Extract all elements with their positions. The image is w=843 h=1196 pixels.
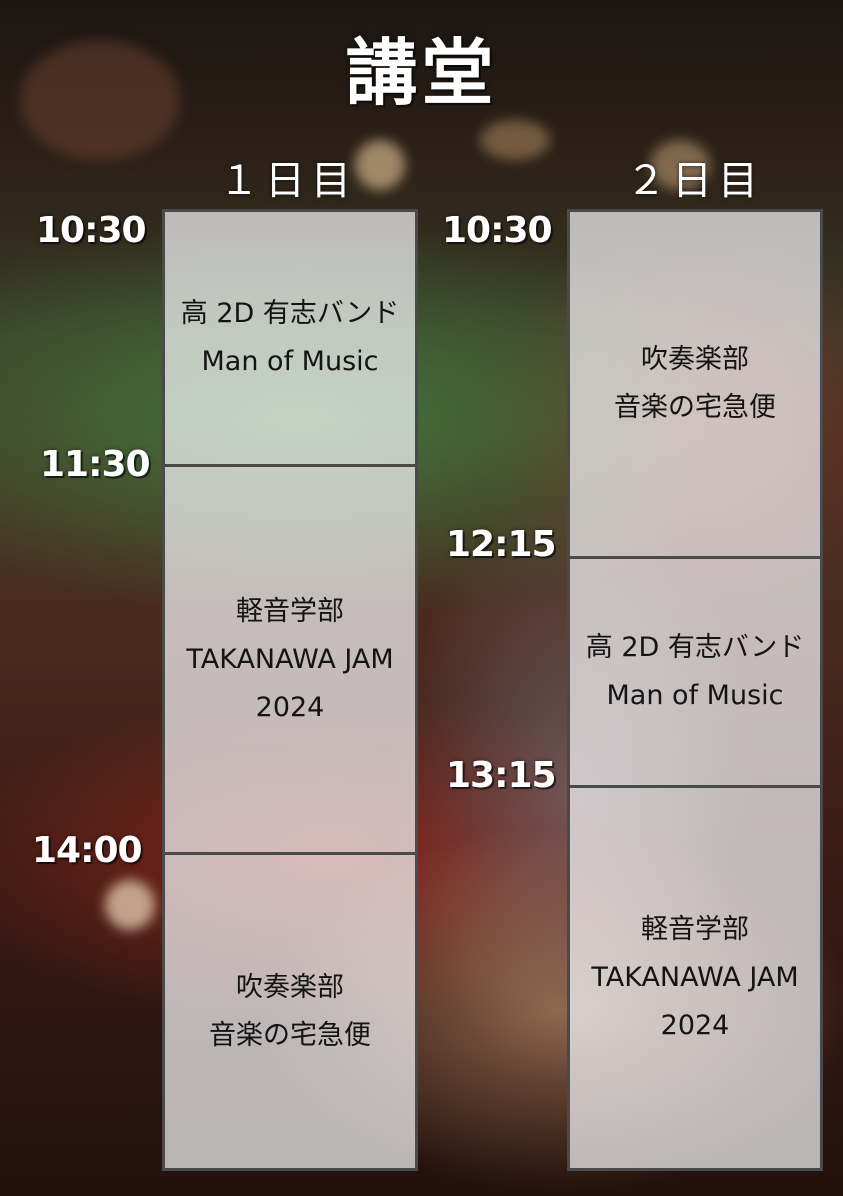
background-light (105, 880, 155, 930)
slot-text: 軽音学部 (641, 914, 749, 945)
day-1-slot-3: 吹奏楽部 音楽の宅急便 (165, 855, 415, 1168)
day-2-slot-1: 吹奏楽部 音楽の宅急便 (570, 212, 820, 559)
slot-text: 音楽の宅急便 (614, 392, 776, 423)
time-label: 10:30 (36, 210, 147, 251)
slot-text: 音楽の宅急便 (209, 1019, 371, 1051)
day-2-slot-2: 高 2D 有志バンド Man of Music (570, 559, 820, 788)
time-label: 12:15 (446, 524, 557, 565)
slot-text: Man of Music (606, 680, 784, 711)
time-label: 11:30 (40, 444, 151, 485)
day-1-label: １日目 (219, 158, 357, 204)
slot-text: 高 2D 有志バンド (585, 632, 805, 663)
slot-text: 2024 (660, 1010, 730, 1041)
slot-text: 高 2D 有志バンド (180, 298, 400, 329)
time-label: 13:15 (446, 755, 557, 796)
page-title: 講堂 (345, 31, 498, 115)
slot-text: TAKANAWA JAM (186, 643, 394, 675)
slot-text: 吹奏楽部 (236, 971, 344, 1003)
slot-text: 軽音学部 (236, 595, 344, 627)
day-1-schedule: 高 2D 有志バンド Man of Music 軽音学部 TAKANAWA JA… (162, 209, 418, 1171)
time-label: 10:30 (442, 210, 553, 251)
day-1-slot-2: 軽音学部 TAKANAWA JAM 2024 (165, 467, 415, 855)
day-1-slot-1: 高 2D 有志バンド Man of Music (165, 212, 415, 467)
day-2-label: ２日目 (626, 158, 764, 204)
slot-text: TAKANAWA JAM (591, 962, 799, 993)
background-light (480, 120, 550, 160)
slot-text: Man of Music (201, 346, 379, 377)
day-2-schedule: 吹奏楽部 音楽の宅急便 高 2D 有志バンド Man of Music 軽音学部… (567, 209, 823, 1171)
slot-text: 吹奏楽部 (641, 344, 749, 375)
slot-text: 2024 (255, 691, 325, 723)
time-label: 14:00 (32, 830, 143, 871)
day-2-slot-3: 軽音学部 TAKANAWA JAM 2024 (570, 788, 820, 1168)
